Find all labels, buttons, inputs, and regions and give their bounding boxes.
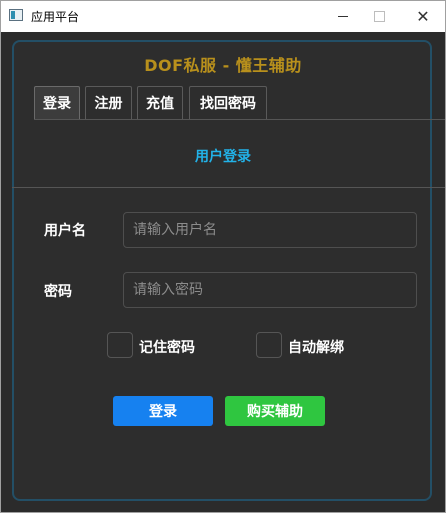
maximize-button[interactable] — [359, 1, 399, 32]
login-button[interactable]: 登录 — [113, 396, 213, 426]
auto-unbind-checkbox[interactable] — [256, 332, 282, 358]
app-icon — [9, 9, 23, 21]
auto-unbind-label: 自动解绑 — [288, 340, 344, 356]
tab-divider — [34, 119, 445, 120]
app-window: 应用平台 ✕ DOF私服 - 懂王辅助 登录 注册 充值 找回密码 用户登录 用… — [0, 0, 446, 513]
tab-register[interactable]: 注册 — [85, 86, 132, 119]
client-area: DOF私服 - 懂王辅助 登录 注册 充值 找回密码 用户登录 用户名 密码 记… — [1, 32, 445, 512]
tab-login[interactable]: 登录 — [34, 86, 80, 119]
minimize-icon — [338, 16, 348, 17]
remember-password-checkbox[interactable] — [107, 332, 133, 358]
close-button[interactable]: ✕ — [403, 1, 443, 32]
password-input[interactable] — [123, 272, 417, 308]
brand-title: DOF私服 - 懂王辅助 — [144, 56, 302, 75]
minimize-button[interactable] — [323, 1, 363, 32]
tab-recover-password[interactable]: 找回密码 — [189, 86, 267, 119]
username-input[interactable] — [123, 212, 417, 248]
tab-recharge[interactable]: 充值 — [137, 86, 183, 119]
section-divider — [12, 187, 445, 188]
password-label: 密码 — [44, 284, 72, 300]
section-title: 用户登录 — [195, 149, 251, 165]
close-icon: ✕ — [416, 7, 430, 26]
remember-password-label: 记住密码 — [139, 340, 195, 356]
maximize-icon — [373, 11, 385, 22]
window-title: 应用平台 — [31, 10, 80, 24]
username-label: 用户名 — [44, 223, 86, 239]
title-bar: 应用平台 ✕ — [1, 1, 445, 32]
buy-assistant-button[interactable]: 购买辅助 — [225, 396, 325, 426]
